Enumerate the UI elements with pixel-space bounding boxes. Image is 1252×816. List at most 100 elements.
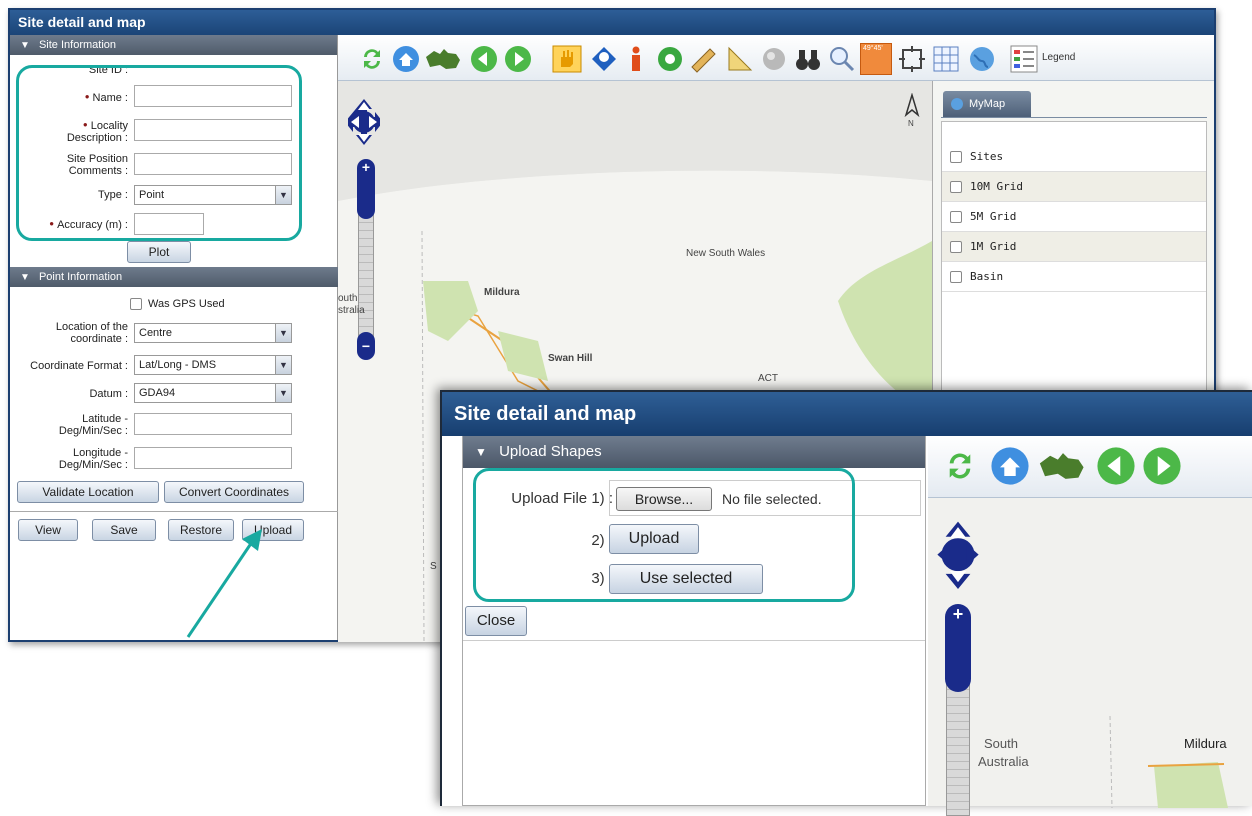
save-button[interactable]: Save bbox=[92, 519, 156, 541]
back-icon[interactable] bbox=[470, 45, 498, 73]
latitude-input[interactable] bbox=[134, 413, 292, 435]
datum-select[interactable]: GDA94 ▼ bbox=[134, 383, 292, 403]
zoom-in-button[interactable]: + bbox=[945, 604, 971, 692]
australia-extent-icon[interactable] bbox=[424, 45, 464, 73]
layer-checkbox[interactable] bbox=[950, 151, 962, 163]
gps-row: Was GPS Used bbox=[10, 297, 338, 313]
pan-control-icon[interactable] bbox=[348, 97, 380, 149]
map-label-mildura: Mildura bbox=[1184, 736, 1227, 751]
lifebuoy-icon[interactable] bbox=[656, 45, 684, 73]
latitude-row: Latitude - Deg/Min/Sec : bbox=[10, 411, 338, 439]
layer-checkbox[interactable] bbox=[950, 181, 962, 193]
latitude-label: Latitude - Deg/Min/Sec : bbox=[58, 413, 128, 437]
map-label-act: ACT bbox=[758, 373, 778, 384]
tab-mymap[interactable]: MyMap bbox=[943, 91, 1031, 117]
map-label-swan-hill: Swan Hill bbox=[548, 353, 593, 364]
map-label-south-aus-2: stralia bbox=[338, 305, 365, 316]
layer-label: Basin bbox=[970, 270, 1004, 283]
legend-icon[interactable] bbox=[1010, 45, 1038, 73]
layer-list-spacer bbox=[942, 122, 1206, 142]
divider bbox=[10, 511, 338, 512]
zoom-out-button[interactable]: − bbox=[357, 332, 375, 360]
refresh-icon[interactable] bbox=[358, 45, 386, 73]
view-button[interactable]: View bbox=[18, 519, 78, 541]
longitude-label: Longitude - Deg/Min/Sec : bbox=[58, 447, 128, 471]
chevron-down-icon: ▼ bbox=[275, 356, 291, 374]
layer-item-1m-grid[interactable]: 1M Grid bbox=[942, 232, 1206, 262]
validate-location-button[interactable]: Validate Location bbox=[17, 481, 159, 503]
coord-format-select[interactable]: Lat/Long - DMS ▼ bbox=[134, 355, 292, 375]
legend-label[interactable]: Legend bbox=[1042, 52, 1075, 63]
coordinate-grid-icon[interactable]: 49°45' bbox=[860, 43, 892, 75]
site-information-title: Site Information bbox=[38, 39, 117, 51]
chevron-down-icon: ▼ bbox=[20, 272, 30, 283]
upload-map-canvas[interactable] bbox=[978, 566, 1252, 808]
gps-checkbox[interactable] bbox=[130, 298, 142, 310]
pan-hand-icon[interactable] bbox=[552, 45, 582, 73]
location-label: Location of the coordinate : bbox=[55, 321, 128, 345]
layer-label: 5M Grid bbox=[970, 210, 1017, 223]
map-toolbar: 49°45' Legend bbox=[338, 35, 1214, 81]
upload-map-toolbar bbox=[928, 436, 1252, 498]
area-measure-icon[interactable] bbox=[726, 45, 754, 73]
home-icon[interactable] bbox=[990, 446, 1030, 486]
layer-checkbox[interactable] bbox=[950, 211, 962, 223]
location-value: Centre bbox=[139, 327, 173, 339]
forward-icon[interactable] bbox=[1142, 446, 1182, 486]
upload-shapes-title: Upload Shapes bbox=[499, 443, 602, 460]
point-information-title: Point Information bbox=[38, 271, 123, 283]
layer-item-basin[interactable]: Basin bbox=[942, 262, 1206, 292]
australia-extent-icon[interactable] bbox=[1036, 448, 1090, 484]
map-label-nsw: New South Wales bbox=[686, 248, 766, 259]
location-select[interactable]: Centre ▼ bbox=[134, 323, 292, 343]
coord-format-value: Lat/Long - DMS bbox=[139, 359, 217, 371]
site-information-header[interactable]: ▼ Site Information bbox=[10, 35, 337, 55]
sphere-icon[interactable] bbox=[760, 45, 788, 73]
longitude-row: Longitude - Deg/Min/Sec : bbox=[10, 445, 338, 473]
datum-label: Datum : bbox=[89, 388, 128, 400]
zoom-in-button[interactable]: + bbox=[357, 159, 375, 219]
plot-button[interactable]: Plot bbox=[127, 241, 191, 263]
home-icon[interactable] bbox=[392, 45, 420, 73]
tab-mymap-label: MyMap bbox=[969, 98, 1006, 110]
chevron-down-icon: ▼ bbox=[475, 445, 487, 459]
info-icon[interactable] bbox=[626, 45, 646, 73]
globe-icon bbox=[951, 98, 963, 110]
chevron-down-icon: ▼ bbox=[275, 384, 291, 402]
panel-divider bbox=[463, 640, 925, 641]
layer-label: Sites bbox=[970, 150, 1004, 163]
map-label-south-aus-1: outh bbox=[338, 293, 358, 304]
binoculars-icon[interactable] bbox=[794, 45, 822, 73]
highlight-site-fields bbox=[16, 65, 302, 241]
globe-icon[interactable] bbox=[968, 45, 996, 73]
upload-window: Site detail and map ▼ Upload Shapes Uplo… bbox=[440, 390, 1252, 816]
chevron-down-icon: ▼ bbox=[275, 324, 291, 342]
tab-divider bbox=[941, 117, 1207, 118]
convert-coordinates-button[interactable]: Convert Coordinates bbox=[164, 481, 304, 503]
datum-value: GDA94 bbox=[139, 387, 176, 399]
upload-shapes-panel: ▼ Upload Shapes Upload File 1) : Browse.… bbox=[462, 436, 926, 806]
point-information-header[interactable]: ▼ Point Information bbox=[10, 267, 338, 287]
zoom-plus-icon[interactable] bbox=[828, 45, 856, 73]
upload-map-fragment: + South Australia Mildura bbox=[928, 436, 1252, 816]
layer-item-5m-grid[interactable]: 5M Grid bbox=[942, 202, 1206, 232]
layer-item-10m-grid[interactable]: 10M Grid bbox=[942, 172, 1206, 202]
upload-shapes-header[interactable]: ▼ Upload Shapes bbox=[463, 436, 925, 468]
ruler-icon[interactable] bbox=[690, 45, 718, 73]
layer-checkbox[interactable] bbox=[950, 241, 962, 253]
pan-control-icon[interactable] bbox=[936, 520, 980, 592]
identify-icon[interactable] bbox=[590, 45, 618, 73]
frame-select-icon[interactable] bbox=[898, 45, 926, 73]
layer-checkbox[interactable] bbox=[950, 271, 962, 283]
grid-icon[interactable] bbox=[932, 45, 960, 73]
forward-icon[interactable] bbox=[504, 45, 532, 73]
refresh-icon[interactable] bbox=[942, 448, 978, 484]
longitude-input[interactable] bbox=[134, 447, 292, 469]
map-label-south: South bbox=[984, 736, 1018, 751]
close-button[interactable]: Close bbox=[465, 606, 527, 636]
map-label-s-fragment: S bbox=[430, 561, 437, 572]
datum-row: Datum : GDA94 ▼ bbox=[10, 383, 338, 405]
upload-window-title: Site detail and map bbox=[442, 392, 1252, 436]
layer-item-sites[interactable]: Sites bbox=[942, 142, 1206, 172]
back-icon[interactable] bbox=[1096, 446, 1136, 486]
